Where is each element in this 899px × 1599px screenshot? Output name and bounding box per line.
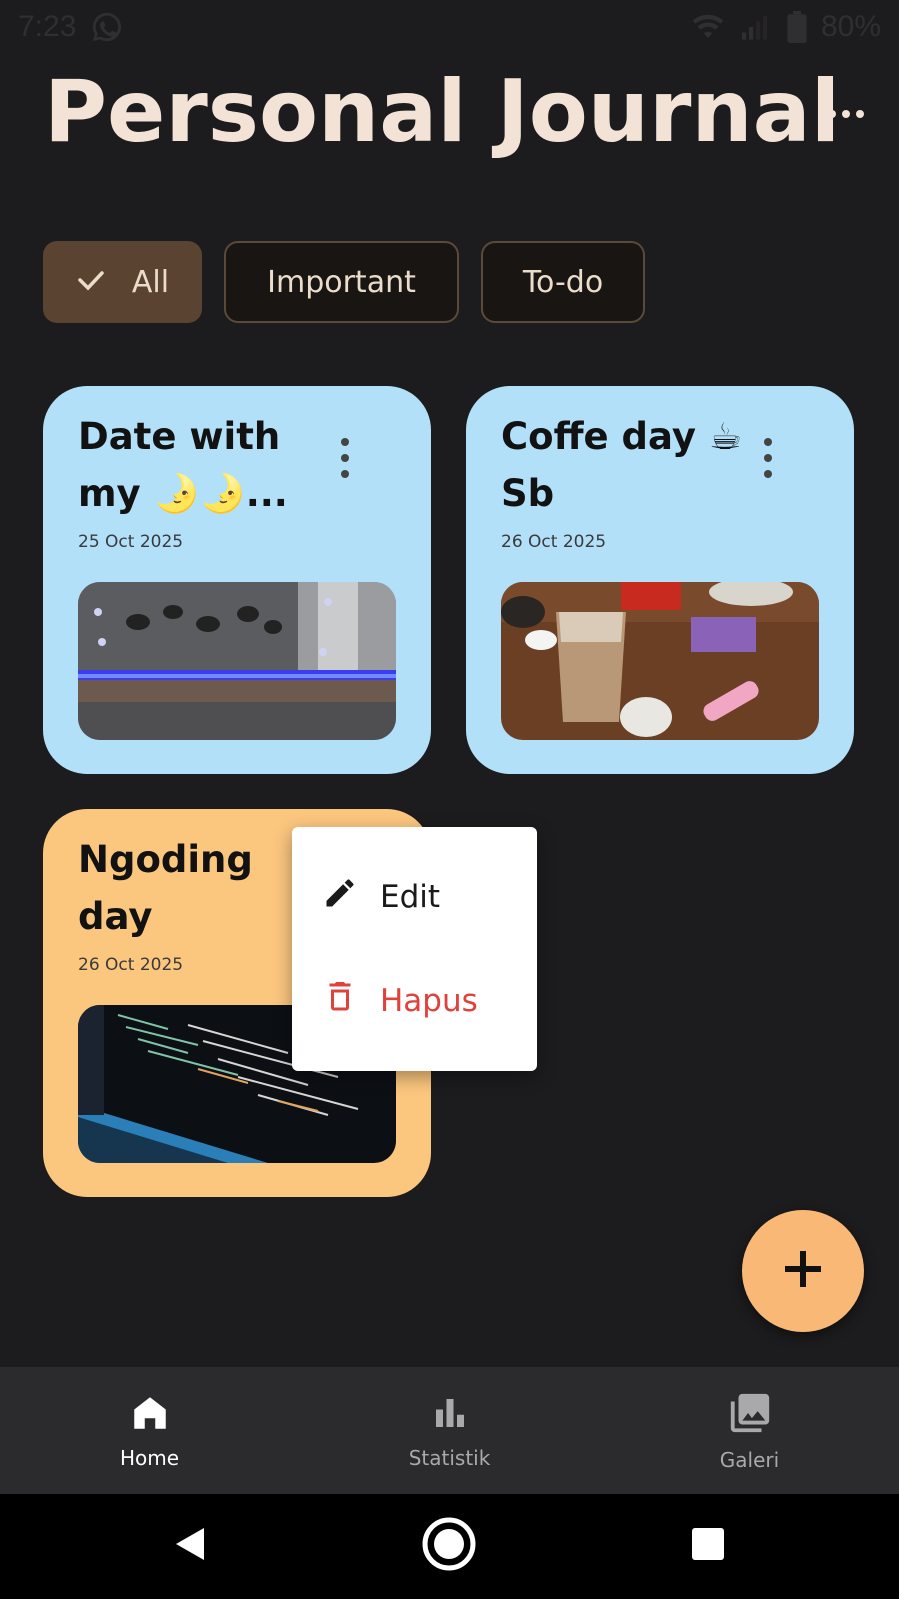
plus-icon <box>781 1247 825 1295</box>
journal-card[interactable]: Date with my 🌛🌛... 25 Oct 2025 <box>43 386 431 774</box>
nav-label: Statistik <box>408 1445 491 1470</box>
menu-dot-icon <box>764 438 772 446</box>
more-dot-icon <box>856 110 864 118</box>
home-system-button[interactable] <box>419 1516 479 1576</box>
more-dot-icon <box>828 110 836 118</box>
wifi-icon <box>691 13 725 41</box>
card-title: Coffe day ☕ Sb <box>501 415 743 515</box>
recents-button[interactable] <box>678 1516 738 1576</box>
card-menu-button[interactable] <box>335 438 355 478</box>
filter-chip-todo[interactable]: To-do <box>481 241 645 323</box>
status-time: 7:23 <box>18 10 77 43</box>
system-navigation-bar <box>0 1494 899 1599</box>
filter-chip-label: All <box>131 264 170 300</box>
nav-item-galeri[interactable]: Galeri <box>600 1367 899 1494</box>
more-options-button[interactable] <box>818 92 874 136</box>
nav-item-statistik[interactable]: Statistik <box>300 1367 599 1494</box>
journal-card[interactable]: Coffe day ☕ Sb 26 Oct 2025 <box>466 386 854 774</box>
bar-chart-icon <box>429 1392 471 1438</box>
menu-dot-icon <box>764 454 772 462</box>
edit-menu-item[interactable]: Edit <box>292 847 537 947</box>
menu-dot-icon <box>764 470 772 478</box>
more-dot-icon <box>842 110 850 118</box>
photo-library-icon <box>727 1390 773 1440</box>
menu-dot-icon <box>341 454 349 462</box>
nav-label: Galeri <box>719 1447 780 1472</box>
back-button[interactable] <box>160 1516 220 1576</box>
delete-label: Hapus <box>380 983 478 1019</box>
card-photo <box>501 582 819 740</box>
home-icon <box>129 1392 171 1438</box>
battery-icon <box>787 11 807 43</box>
filter-chip-important[interactable]: Important <box>224 241 459 323</box>
bottom-navigation: Home Statistik Galeri <box>0 1367 899 1494</box>
card-menu-button[interactable] <box>758 438 778 478</box>
battery-percent: 80% <box>820 10 881 43</box>
filter-chip-all[interactable]: All <box>43 241 202 323</box>
check-icon <box>76 265 106 300</box>
card-date: 26 Oct 2025 <box>501 532 607 552</box>
card-title: Date with my 🌛🌛... <box>78 415 288 515</box>
trash-icon <box>322 979 358 1023</box>
card-photo <box>78 582 396 740</box>
recents-square-icon <box>690 1526 726 1566</box>
filter-chip-label: To-do <box>522 264 604 300</box>
menu-dot-icon <box>341 470 349 478</box>
card-date: 25 Oct 2025 <box>78 532 184 552</box>
card-title: Ngoding day <box>78 838 253 938</box>
pencil-icon <box>322 875 358 919</box>
page-title: Personal Journal <box>44 62 841 162</box>
signal-icon <box>739 13 773 41</box>
card-context-menu: Edit Hapus <box>292 827 537 1071</box>
back-triangle-icon <box>170 1524 210 1568</box>
delete-menu-item[interactable]: Hapus <box>292 951 537 1051</box>
nav-item-home[interactable]: Home <box>0 1367 299 1494</box>
home-circle-icon <box>421 1516 477 1576</box>
status-right: 80% <box>691 10 881 44</box>
add-entry-button[interactable] <box>742 1210 864 1332</box>
menu-dot-icon <box>341 438 349 446</box>
status-left: 7:23 <box>18 10 124 44</box>
filter-chip-label: Important <box>267 264 416 300</box>
edit-label: Edit <box>380 879 441 915</box>
status-bar: 7:23 80% <box>0 0 899 54</box>
nav-label: Home <box>119 1445 180 1470</box>
whatsapp-icon <box>90 10 124 44</box>
